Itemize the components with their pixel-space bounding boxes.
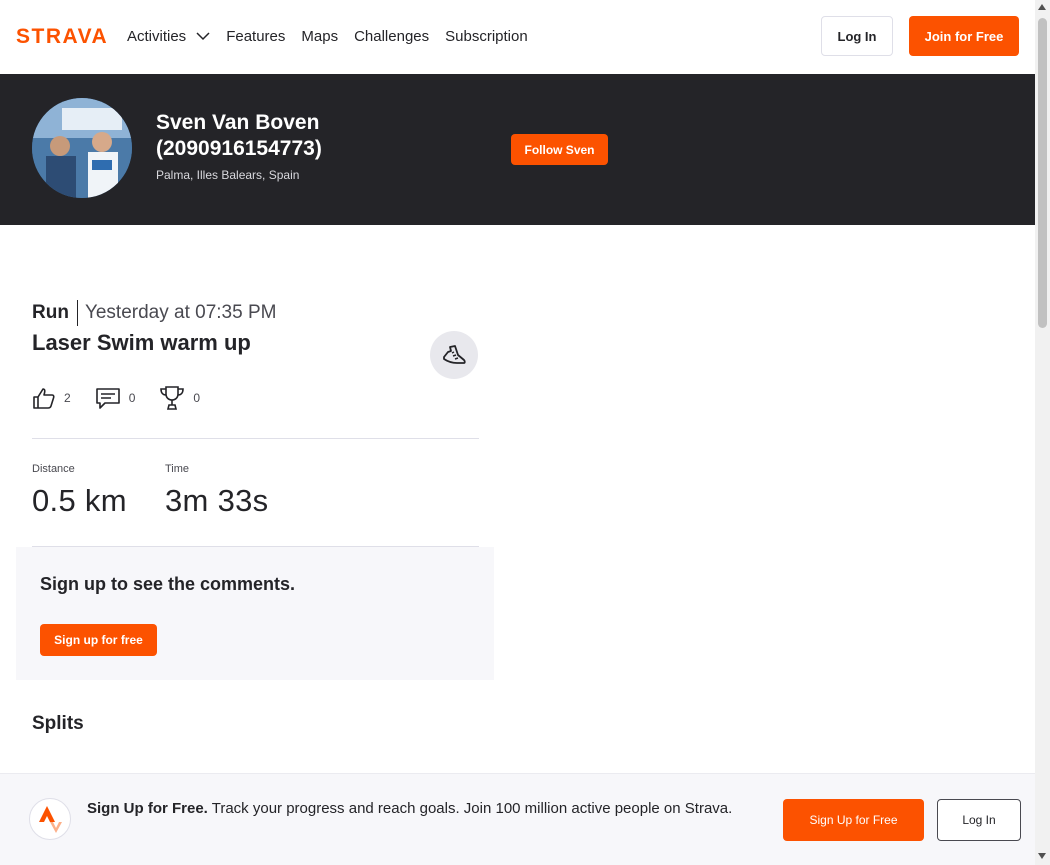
nav-challenges[interactable]: Challenges <box>354 28 429 45</box>
nav-subscription-label: Subscription <box>445 27 528 45</box>
comments-signup-prompt: Sign up to see the comments. Sign up for… <box>16 547 494 680</box>
stat-value: 0.5 km <box>32 483 127 518</box>
signup-banner: Sign Up for Free. Track your progress an… <box>0 773 1035 865</box>
nav-features[interactable]: Features <box>226 28 285 45</box>
nav-subscription[interactable]: Subscription <box>445 28 528 45</box>
signup-free-button[interactable]: Sign up for free <box>40 624 157 656</box>
achievements-chip[interactable]: 0 <box>159 385 200 411</box>
nav-activities-label: Activities <box>127 27 187 45</box>
join-free-button[interactable]: Join for Free <box>909 16 1019 56</box>
scroll-thumb[interactable] <box>1038 18 1047 328</box>
banner-signup-button[interactable]: Sign Up for Free <box>783 799 924 841</box>
scroll-up-arrow[interactable] <box>1038 4 1046 10</box>
comments-count: 0 <box>128 391 136 405</box>
chevron-down-icon <box>196 32 210 41</box>
kudos-chip[interactable]: 2 <box>32 386 71 410</box>
splits-title: Splits <box>32 713 84 734</box>
stat-value: 3m 33s <box>165 483 269 518</box>
top-nav: STRAVA Activities Features Maps Challeng… <box>0 0 1035 74</box>
athlete-avatar[interactable] <box>32 98 132 198</box>
nav-features-label: Features <box>226 27 286 45</box>
trophy-icon <box>160 386 185 410</box>
follow-button[interactable]: Follow Sven <box>511 134 608 165</box>
login-button[interactable]: Log In <box>821 16 893 56</box>
shoe-icon <box>443 345 466 364</box>
athlete-header: Sven Van Boven (2090916154773) Palma, Il… <box>0 74 1035 225</box>
strava-logo[interactable]: STRAVA <box>16 25 111 51</box>
activity-title: Laser Swim warm up <box>32 330 251 355</box>
banner-body: Track your progress and reach goals. Joi… <box>207 800 733 817</box>
comment-icon <box>95 388 120 409</box>
banner-login-button[interactable]: Log In <box>937 799 1021 841</box>
social-stats: 2 0 0 <box>32 384 224 412</box>
comments-prompt-title: Sign up to see the comments. <box>40 574 296 594</box>
stat-time: Time 3m 33s <box>165 463 268 519</box>
scroll-down-arrow[interactable] <box>1038 853 1046 859</box>
page-scrollbar[interactable] <box>1035 0 1050 865</box>
achievements-count: 0 <box>193 391 201 405</box>
stat-label: Time <box>165 463 190 475</box>
main-menu: Activities Features Maps Challenges Subs… <box>127 0 528 72</box>
divider <box>32 438 479 439</box>
nav-activities[interactable]: Activities <box>127 28 210 45</box>
nav-maps[interactable]: Maps <box>301 28 338 45</box>
nav-maps-label: Maps <box>301 27 339 45</box>
comments-chip[interactable]: 0 <box>95 386 136 410</box>
shoe-button[interactable] <box>430 331 478 379</box>
stat-label: Distance <box>32 463 75 475</box>
activity-time: Yesterday at 07:35 PM <box>84 302 277 323</box>
banner-bold: Sign Up for Free. <box>87 800 208 817</box>
stat-distance: Distance 0.5 km <box>32 463 127 519</box>
thumbs-up-icon <box>33 388 55 409</box>
kudos-count: 2 <box>64 391 71 405</box>
strava-logo-text: STRAVA <box>16 26 108 46</box>
athlete-location: Palma, Illes Balears, Spain <box>156 168 300 182</box>
banner-message: Sign Up for Free. Track your progress an… <box>87 798 757 820</box>
activity-sport: Run <box>32 300 78 326</box>
strava-mark-icon <box>29 798 71 840</box>
nav-challenges-label: Challenges <box>354 27 430 45</box>
activity-meta: Run Yesterday at 07:35 PM <box>32 300 276 326</box>
athlete-name[interactable]: Sven Van Boven (2090916154773) <box>156 110 376 162</box>
